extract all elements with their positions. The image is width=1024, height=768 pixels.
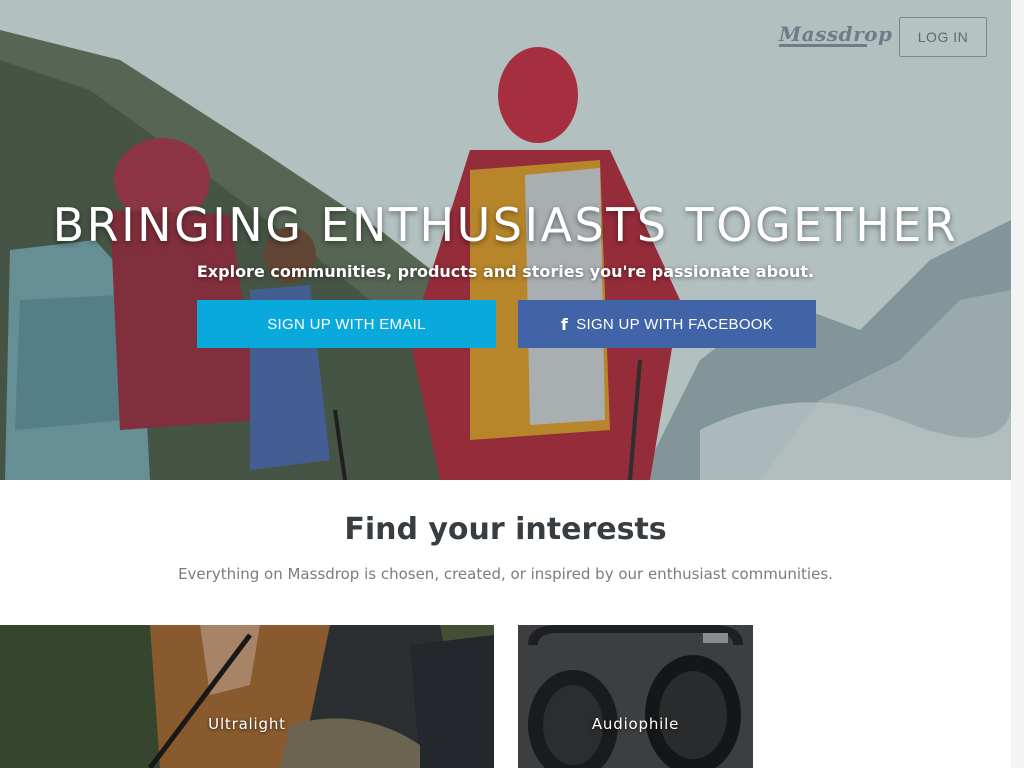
signup-email-button[interactable]: SIGN UP WITH EMAIL — [197, 300, 496, 348]
community-card-audiophile[interactable]: Audiophile — [518, 625, 753, 768]
audiophile-image — [518, 625, 753, 768]
card-label-audiophile: Audiophile — [591, 715, 680, 733]
massdrop-logo[interactable]: Massdrop — [779, 22, 892, 52]
signup-email-label: SIGN UP WITH EMAIL — [267, 315, 426, 333]
community-card-ultralight[interactable]: Ultralight — [0, 625, 494, 768]
signup-facebook-button[interactable]: f SIGN UP WITH FACEBOOK — [518, 300, 816, 348]
signup-facebook-label: SIGN UP WITH FACEBOOK — [576, 315, 774, 333]
login-button[interactable]: LOG IN — [899, 17, 987, 57]
interests-title: Find your interests — [344, 512, 667, 547]
hero-title: BRINGING ENTHUSIASTS TOGETHER — [52, 198, 959, 252]
interests-subtitle: Everything on Massdrop is chosen, create… — [178, 565, 833, 583]
facebook-icon: f — [560, 314, 569, 334]
page-scrollbar[interactable] — [1011, 0, 1024, 768]
hero-banner: Massdrop LOG IN BRINGING ENTHUSIASTS TOG… — [0, 0, 1011, 480]
ultralight-image — [0, 625, 494, 768]
hero-subtitle: Explore communities, products and storie… — [196, 262, 815, 281]
logo-underline — [779, 44, 867, 47]
card-label-ultralight: Ultralight — [208, 715, 286, 733]
